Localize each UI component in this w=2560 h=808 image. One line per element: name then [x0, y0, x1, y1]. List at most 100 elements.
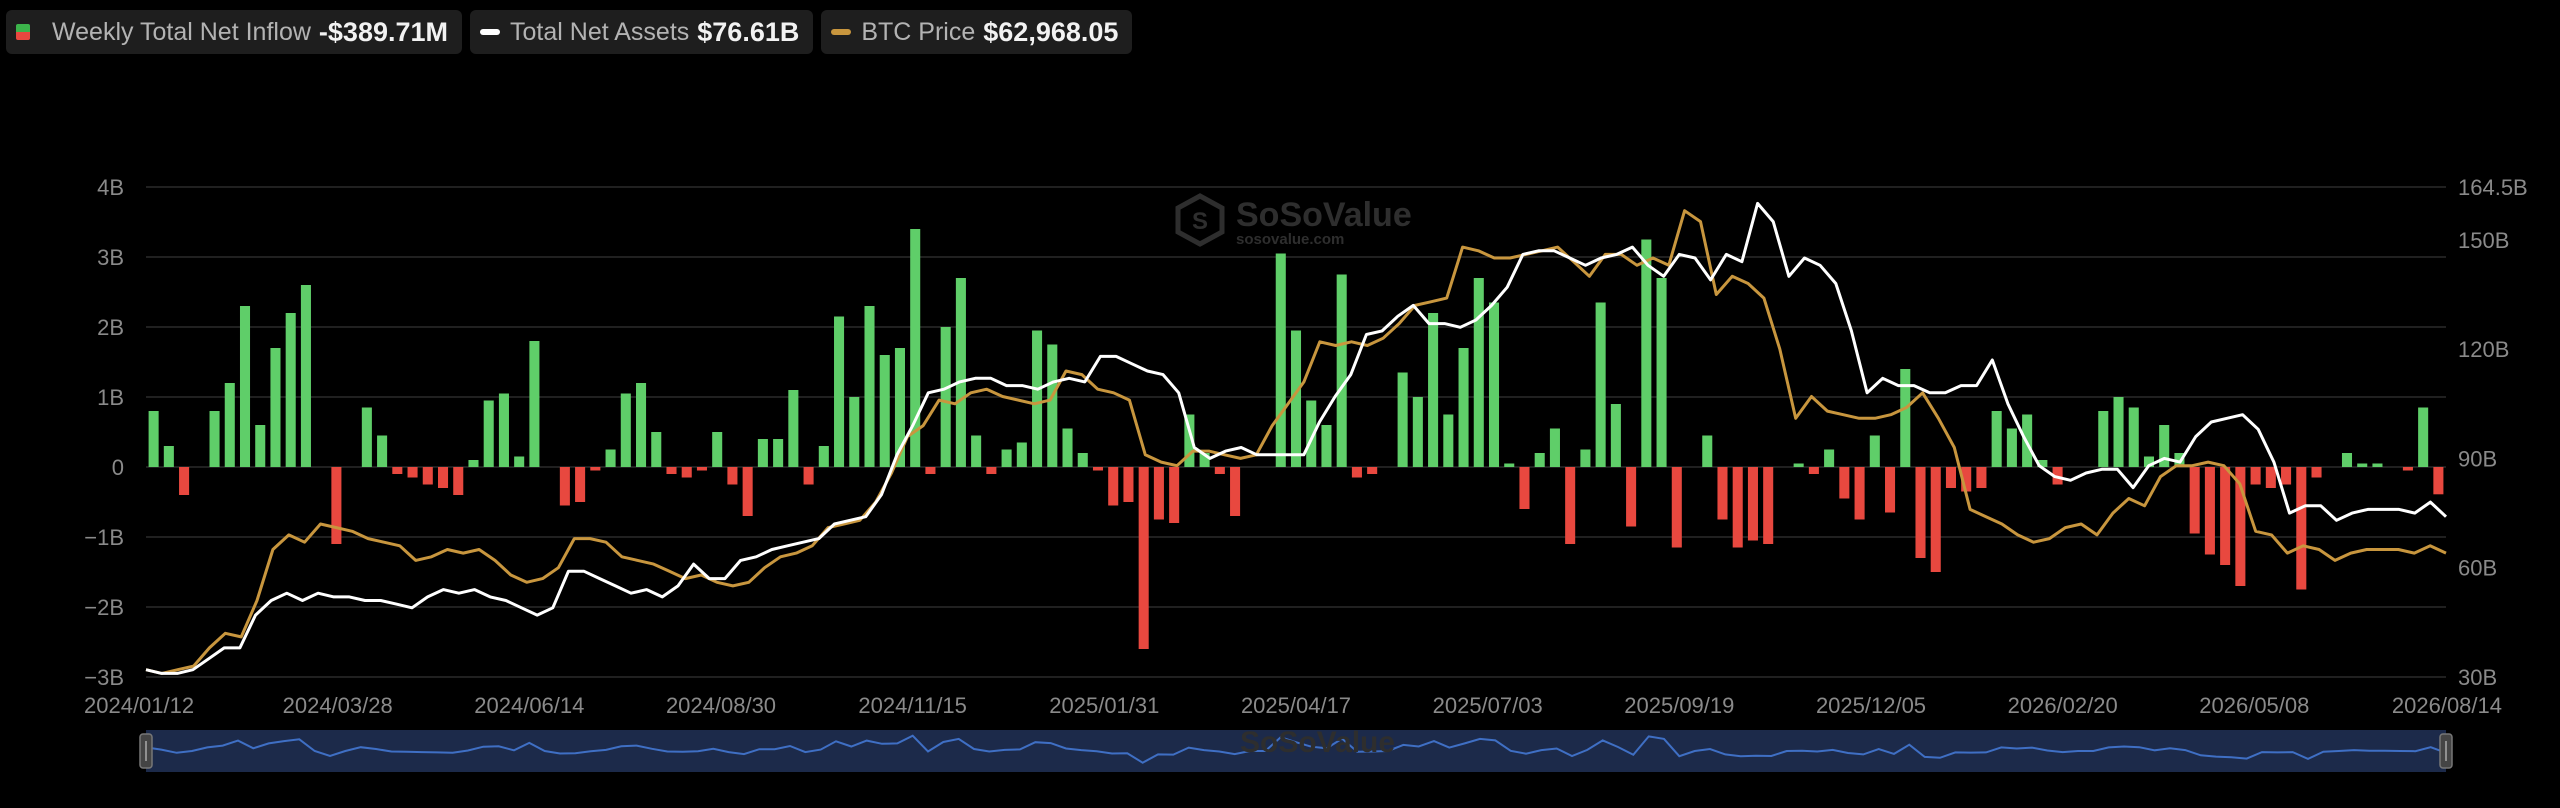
inflow-bar-positive	[1991, 411, 2002, 467]
y-right-tick-label: 120B	[2458, 337, 2509, 362]
inflow-bar-positive	[788, 390, 799, 467]
sosovalue-watermark: S SoSoValue sosovalue.com	[1175, 193, 1412, 248]
inflow-bar-positive	[1336, 274, 1347, 467]
inflow-bar-positive	[1504, 463, 1515, 467]
inflow-bar-negative	[925, 467, 936, 474]
inflow-bar-positive	[1321, 425, 1332, 467]
x-tick-label: 2024/06/14	[474, 693, 584, 718]
inflow-bar-negative	[742, 467, 753, 516]
inflow-bar-negative	[575, 467, 586, 502]
inflow-bar-positive	[514, 456, 525, 467]
inflow-bar-positive	[712, 432, 723, 467]
inflow-bar-negative	[1930, 467, 1941, 572]
y-left-tick-label: 3B	[97, 245, 124, 270]
inflow-bar-positive	[1443, 414, 1454, 467]
inflow-bar-positive	[757, 439, 768, 467]
inflow-bar-positive	[361, 407, 372, 467]
inflow-bar-negative	[2311, 467, 2322, 478]
range-navigator[interactable]: SoSoValue	[139, 726, 2453, 772]
inflow-bar-negative	[2281, 467, 2292, 485]
inflow-bar-negative	[1351, 467, 1362, 478]
inflow-bar-positive	[971, 435, 982, 467]
inflow-bar-negative	[1092, 467, 1104, 471]
inflow-bar-negative	[1945, 467, 1956, 488]
inflow-bar-positive	[1641, 239, 1652, 467]
inflow-bar-negative	[2296, 467, 2307, 590]
inflow-bar-negative	[1854, 467, 1865, 520]
inflow-bar-negative	[1763, 467, 1774, 544]
inflow-bar-positive	[1488, 302, 1500, 467]
inflow-bar-negative	[1747, 467, 1758, 541]
inflow-bar-positive	[1412, 397, 1423, 467]
inflow-bar-negative	[1519, 467, 1530, 509]
x-tick-label: 2025/07/03	[1433, 693, 1543, 718]
inflow-bar-positive	[1001, 449, 1012, 467]
inflow-bar-negative	[1123, 467, 1134, 502]
watermark-site: sosovalue.com	[1236, 231, 1344, 248]
inflow-bar-positive	[377, 435, 388, 467]
inflow-bar-positive	[498, 393, 509, 467]
inflow-bar-negative	[2433, 467, 2444, 495]
x-tick-label: 2026/05/08	[2199, 693, 2309, 718]
inflow-bar-positive	[2006, 428, 2017, 467]
x-tick-label: 2024/11/15	[858, 693, 966, 718]
navigator-watermark-brand: SoSoValue	[1240, 726, 1395, 759]
y-left-tick-label: 1B	[97, 385, 124, 410]
inflow-bar-negative	[1732, 467, 1743, 548]
inflow-bars	[148, 229, 2444, 649]
inflow-bar-positive	[163, 446, 174, 467]
inflow-bar-positive	[2098, 411, 2109, 467]
x-tick-label: 2026/08/14	[2392, 693, 2502, 718]
inflow-bar-negative	[2265, 467, 2276, 488]
inflow-bar-positive	[1534, 453, 1545, 467]
inflow-bar-negative	[2220, 467, 2231, 565]
inflow-bar-positive	[1824, 449, 1835, 467]
net-inflow-chart[interactable]: S SoSoValue sosovalue.com 4B 3B 2B 1B 0 −1B −2…	[0, 0, 2560, 808]
inflow-bar-negative	[1230, 467, 1241, 516]
inflow-bar-positive	[224, 383, 235, 467]
inflow-bar-positive	[636, 383, 647, 467]
y-axis-left: 4B 3B 2B 1B 0 −1B −2B −3B	[84, 175, 124, 690]
y-right-tick-label: 150B	[2458, 228, 2509, 253]
inflow-bar-positive	[1900, 369, 1911, 467]
inflow-bar-negative	[2204, 467, 2215, 555]
y-right-tick-label: 30B	[2458, 665, 2497, 690]
y-left-tick-label: 4B	[97, 175, 124, 200]
inflow-bar-negative	[1153, 467, 1164, 520]
x-tick-label: 2024/08/30	[666, 693, 776, 718]
inflow-bar-negative	[1565, 467, 1576, 544]
inflow-bar-negative	[392, 467, 403, 474]
x-tick-label: 2026/02/20	[2008, 693, 2118, 718]
svg-text:S: S	[1192, 208, 1208, 235]
inflow-bar-negative	[1839, 467, 1850, 499]
inflow-bar-positive	[1077, 453, 1088, 467]
inflow-bar-negative	[453, 467, 464, 495]
inflow-bar-negative	[179, 467, 190, 495]
x-axis: 2024/01/12 2024/03/28 2024/06/14 2024/08/30…	[84, 693, 2502, 718]
y-left-tick-label: −1B	[84, 525, 124, 550]
inflow-bar-positive	[1275, 253, 1286, 467]
inflow-bar-negative	[1626, 467, 1637, 527]
inflow-bar-negative	[1671, 467, 1682, 548]
inflow-bar-negative	[681, 467, 692, 478]
inflow-bar-positive	[1062, 428, 1073, 467]
inflow-bar-negative	[1808, 467, 1819, 474]
x-tick-label: 2024/03/28	[283, 693, 393, 718]
sosovalue-logo-icon: S	[1175, 193, 1225, 247]
x-tick-label: 2025/09/19	[1624, 693, 1734, 718]
inflow-bar-positive	[300, 285, 311, 467]
inflow-bar-positive	[773, 439, 784, 467]
inflow-bar-positive	[2341, 453, 2353, 467]
y-left-tick-label: 0	[112, 455, 124, 480]
inflow-bar-positive	[879, 355, 890, 467]
inflow-bar-positive	[605, 449, 616, 467]
inflow-bar-positive	[270, 348, 281, 467]
navigator-watermark: SoSoValue	[1240, 726, 1395, 759]
inflow-bar-negative	[666, 467, 677, 474]
inflow-bar-positive	[1595, 302, 1606, 467]
inflow-bar-negative	[407, 467, 418, 478]
inflow-bar-positive	[483, 400, 494, 467]
inflow-bar-positive	[1656, 278, 1667, 467]
y-right-tick-label: 90B	[2458, 446, 2497, 471]
inflow-bar-negative	[1214, 467, 1225, 474]
